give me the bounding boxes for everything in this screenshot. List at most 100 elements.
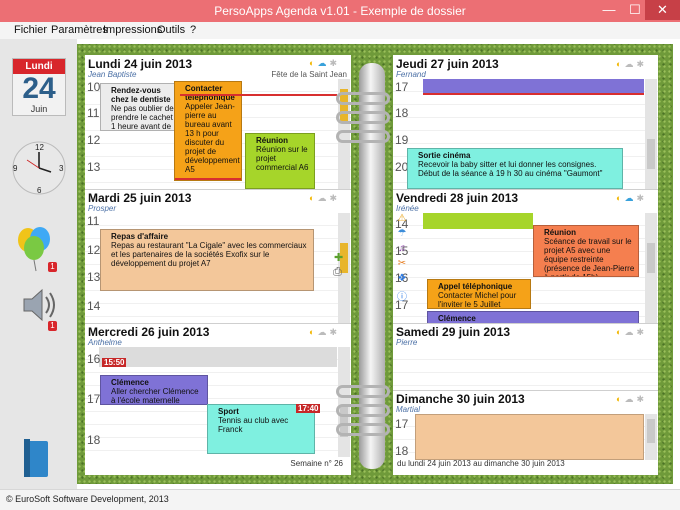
day-title: Mardi 25 juin 2013	[88, 191, 192, 205]
print-icon[interactable]: ⎙	[333, 266, 342, 279]
note-icon[interactable]: ♫	[396, 243, 408, 258]
binding-ring	[336, 111, 390, 124]
event-clemence[interactable]: Clémence Aller chercher Clémence à l'éco…	[100, 375, 208, 405]
day-grid[interactable]: 14 15 16 17 Réunion Scéance de travail s…	[393, 213, 658, 323]
week-range: du lundi 24 juin 2013 au dimanche 30 jui…	[397, 459, 565, 468]
info-icon[interactable]: ⓘ	[396, 288, 408, 303]
hour-label: 14	[87, 299, 101, 313]
event-sortie-cinema[interactable]: Sortie cinéma Recevoir la baby sitter et…	[407, 148, 623, 189]
warning-icon[interactable]: ⚠	[396, 213, 408, 228]
event-reunion-projet[interactable]: Réunion Scéance de travail sur le projet…	[533, 225, 639, 277]
sun-icon: ✱	[636, 327, 644, 337]
current-time-line	[180, 94, 337, 96]
day-title: Dimanche 30 juin 2013	[396, 392, 525, 406]
agenda-right-page: Jeudi 27 juin 2013 Fernand ◐ ☁ ✱ 17 18 19 …	[393, 55, 658, 475]
day-saint: Irénée	[396, 204, 419, 213]
tool-icons: ⚠ ☂ ♫ ✂ ❖ ⓘ	[396, 213, 408, 303]
today-month: Juin	[30, 104, 48, 114]
weather-tool-icon[interactable]: ☂	[396, 228, 408, 243]
day-grid[interactable]: 11 12 13 14 Repas d'affaire Repas au res…	[85, 213, 351, 323]
moon-icon: ◐	[309, 327, 315, 337]
menu-impressions[interactable]: Impressions	[103, 24, 162, 36]
speaker-icon[interactable]	[20, 285, 58, 325]
sun-icon: ✱	[329, 327, 337, 337]
day-grid[interactable]: 17 18	[393, 414, 658, 460]
address-book-icon[interactable]	[22, 437, 52, 479]
minimize-button[interactable]: —	[595, 0, 623, 20]
event-appel-telephonique[interactable]: Appel téléphonique Contacter Michel pour…	[427, 279, 531, 309]
binding-ring	[336, 92, 390, 105]
sun-icon: ✱	[636, 59, 644, 69]
speaker-badge: 1	[48, 321, 57, 331]
sun-icon: ✱	[636, 394, 644, 404]
day-saint: Jean Baptiste	[88, 70, 137, 79]
event-text: Repas au restaurant "La Cigale" avec les…	[111, 241, 307, 268]
day-title: Samedi 29 juin 2013	[396, 325, 511, 339]
event-title: Rendez-vous chez le dentiste	[111, 86, 171, 104]
clock-label-6: 6	[37, 186, 42, 195]
event-text: Appeler Jean-pierre au bureau avant 13 h…	[185, 102, 240, 174]
day-saint: Fernand	[396, 70, 426, 79]
binding-ring	[336, 130, 390, 143]
day-title: Lundi 24 juin 2013	[88, 57, 193, 71]
moon-icon: ◐	[616, 327, 622, 337]
menu-parametres[interactable]: Paramètres	[51, 24, 108, 36]
day-grid[interactable]: 10 11 12 13 Rendez-vous chez le dentiste…	[85, 79, 351, 189]
hour-label: 18	[395, 444, 409, 458]
hour-label: 19	[395, 133, 409, 147]
agenda-left-page: Lundi 24 juin 2013 Jean Baptiste Fête de…	[85, 55, 351, 475]
event-end-time: 17:40	[296, 404, 321, 413]
hour-label: 12	[87, 243, 101, 257]
moon-icon: ◐	[616, 59, 622, 69]
day-fete: Fête de la Saint Jean	[271, 70, 347, 79]
title-bar: PersoApps Agenda v1.01 - Exemple de doss…	[0, 0, 680, 22]
day-grid[interactable]: 16 17 18 15:50 Clémence Aller chercher C…	[85, 347, 351, 457]
event-start-time: 15:50	[102, 358, 127, 367]
day-saturday: Samedi 29 juin 2013 Pierre ◐ ☁ ✱	[393, 323, 658, 390]
event-title: Clémence	[438, 314, 476, 323]
event-title: Appel téléphonique	[438, 282, 513, 291]
event-clemence[interactable]: Clémence	[427, 311, 639, 323]
hour-label: 13	[87, 160, 101, 174]
day-grid[interactable]	[393, 347, 658, 390]
tools-icon[interactable]: ✂	[396, 258, 408, 273]
menu-outils[interactable]: Outils	[157, 24, 185, 36]
event-title: Repas d'affaire	[111, 232, 169, 241]
menu-bar: Fichier Paramètres Impressions Outils ?	[0, 22, 680, 39]
close-button[interactable]: ✕	[645, 0, 680, 20]
day-friday: Vendredi 28 juin 2013 Irénée ◐ ☁ ✱ 14 15 1…	[393, 189, 658, 323]
weather-icon: ☁	[317, 193, 327, 203]
weather-icon: ☁	[624, 327, 634, 337]
copyright-text: © EuroSoft Software Development, 2013	[6, 494, 169, 504]
today-calendar-widget[interactable]: Lundi 24 Juin	[12, 58, 66, 116]
event-dentiste[interactable]: Rendez-vous chez le dentiste Ne pas oubl…	[100, 83, 178, 131]
event-sunday[interactable]	[415, 414, 644, 460]
scrollbar[interactable]	[645, 414, 657, 460]
weather-icon: ☁	[317, 327, 327, 337]
hour-label: 12	[87, 133, 101, 147]
scrollbar[interactable]	[338, 347, 350, 457]
scrollbar[interactable]	[645, 213, 657, 323]
day-grid[interactable]: 17 18 19 20 Sortie cinéma Recevoir la ba…	[393, 79, 658, 189]
moon-icon: ◐	[309, 193, 315, 203]
clock-label-12: 12	[35, 143, 44, 152]
gift-icon[interactable]: ❖	[396, 273, 408, 288]
event-text: Contacter Michel pour l'inviter le 5 Jui…	[438, 291, 517, 309]
event-text: Aller chercher Clémence à l'école matern…	[111, 387, 199, 405]
day-saint: Anthelme	[88, 338, 122, 347]
weather-icon: ☁	[624, 394, 634, 404]
sun-icon: ✱	[329, 58, 337, 68]
menu-fichier[interactable]: Fichier	[14, 24, 47, 36]
day-saint: Martial	[396, 405, 421, 414]
weather-icon: ☁	[624, 193, 634, 203]
hour-label: 17	[395, 80, 409, 94]
event-repas-affaire[interactable]: Repas d'affaire Repas au restaurant "La …	[100, 229, 314, 291]
binding-ring	[336, 385, 390, 398]
event-reunion[interactable]: Réunion Réunion sur le projet commercial…	[245, 133, 315, 189]
menu-help[interactable]: ?	[190, 24, 196, 36]
scrollbar[interactable]	[645, 79, 657, 189]
event-contacter[interactable]: Contacter téléphonique Appeler Jean-pier…	[174, 81, 242, 181]
hour-label: 11	[87, 214, 100, 228]
day-monday: Lundi 24 juin 2013 Jean Baptiste Fête de…	[85, 55, 351, 189]
add-event-icon[interactable]: ✚	[334, 251, 343, 264]
